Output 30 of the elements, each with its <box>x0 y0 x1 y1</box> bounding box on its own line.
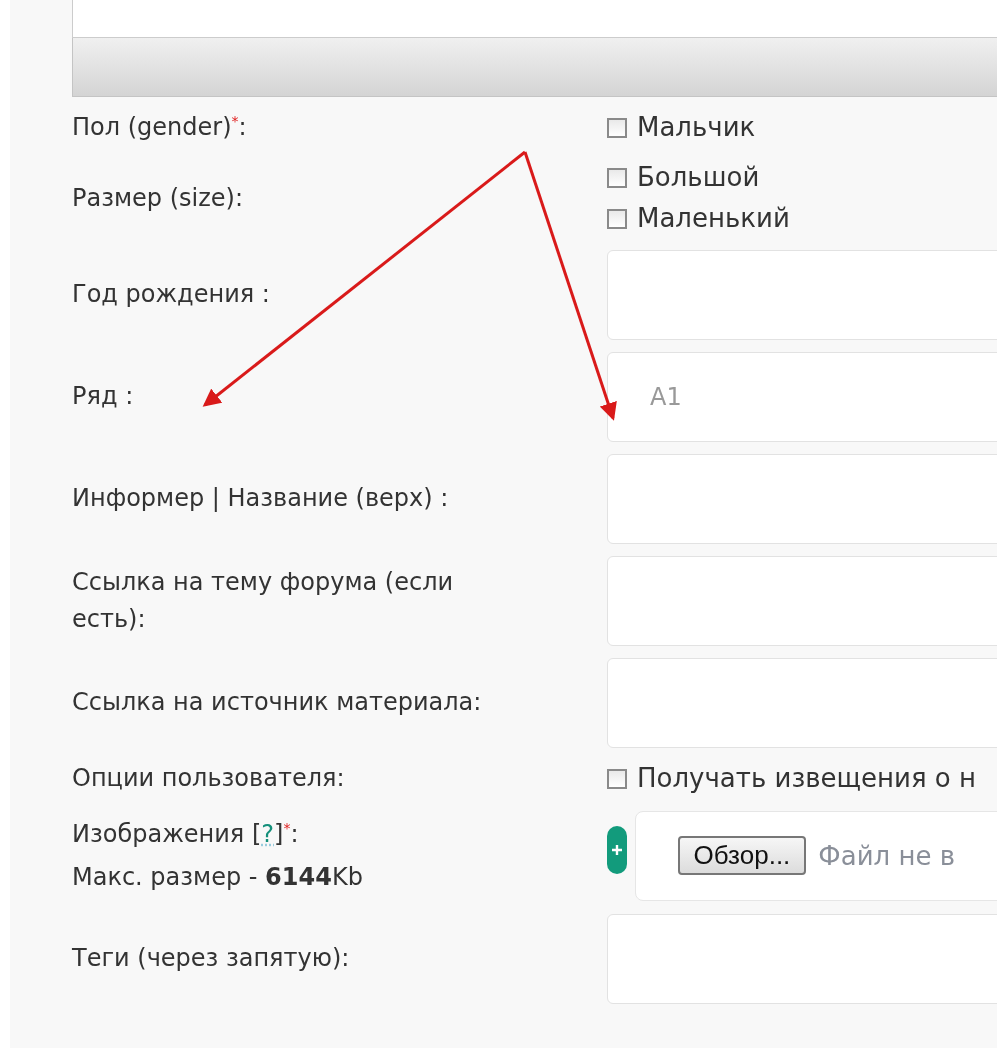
file-field[interactable]: Обзор... Файл не в <box>634 810 997 901</box>
checkbox-label: Мальчик <box>637 111 756 144</box>
checkbox-label: Получать извещения о н <box>637 762 976 796</box>
text-field[interactable]: A1 <box>607 352 997 443</box>
checkbox[interactable] <box>607 209 627 230</box>
field-label: Ссылка на источник материала: <box>72 687 483 719</box>
field-label: Опции пользователя: <box>72 763 346 795</box>
text-field[interactable] <box>607 454 997 545</box>
checkbox-label: Большой <box>637 160 760 194</box>
text-field[interactable] <box>607 556 997 647</box>
field-label: Информер | Название (верх) : <box>72 483 450 515</box>
checkbox[interactable] <box>607 167 627 188</box>
size-note: Макс. размер - 6144Kb <box>72 862 364 894</box>
field-label: Изображения [?]$^{*}$: <box>72 819 300 851</box>
field-label: Ряд : <box>72 381 135 413</box>
help-link[interactable]: ? <box>261 820 274 849</box>
field-label: Размер (size): <box>72 182 245 214</box>
field-label: Год рождения : <box>72 279 271 311</box>
browse-button[interactable]: Обзор... <box>677 836 807 876</box>
checkbox[interactable] <box>607 117 627 138</box>
field-label: Ссылка на тему форума (если есть): <box>72 566 455 636</box>
field-label: Пол (gender)$^{*}$: <box>72 112 248 144</box>
text-field[interactable] <box>607 250 997 341</box>
field-label: Теги (через запятую): <box>72 943 351 975</box>
file-status: Файл не в <box>818 840 956 871</box>
checkbox-label: Маленький <box>637 202 790 236</box>
checkbox[interactable] <box>607 768 627 789</box>
add-icon[interactable] <box>607 825 627 874</box>
text-field[interactable] <box>607 913 997 1004</box>
text-field[interactable] <box>607 658 997 749</box>
